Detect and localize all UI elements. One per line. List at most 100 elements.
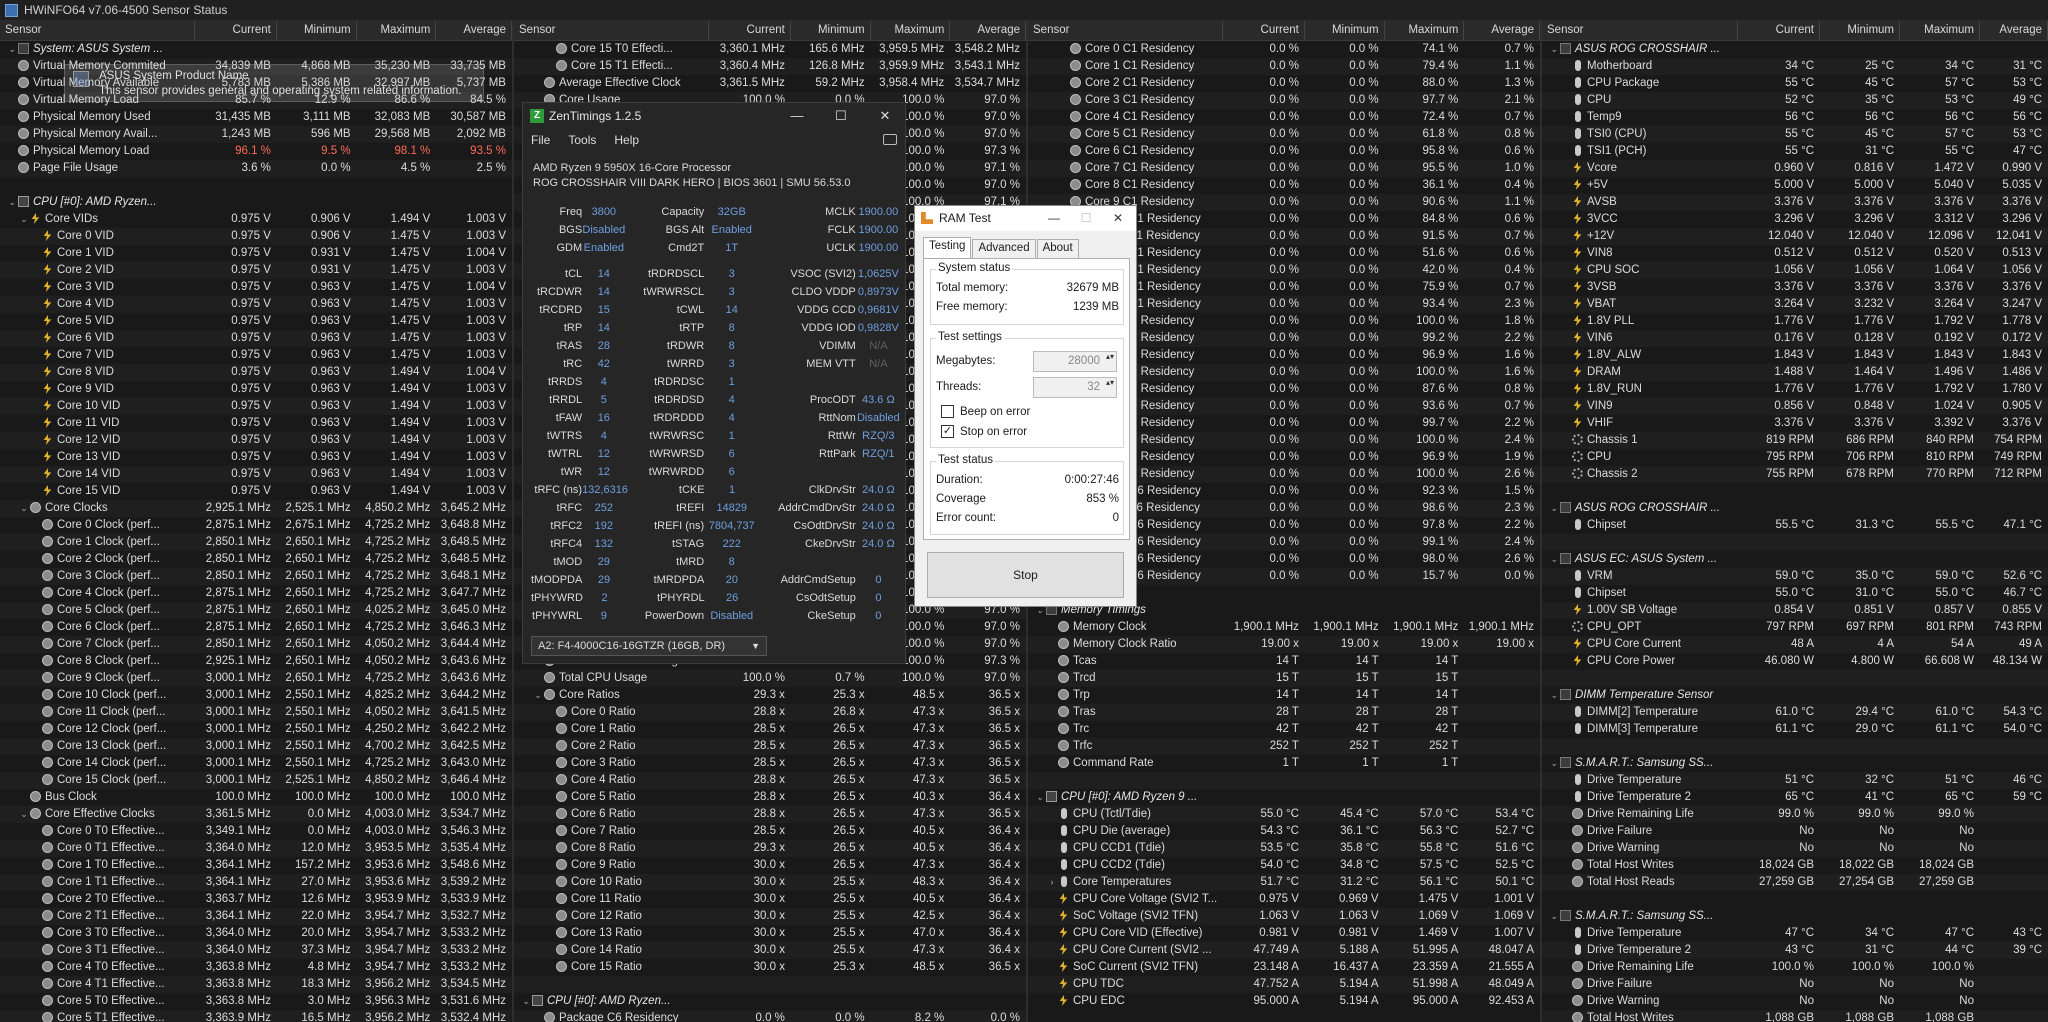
sensor-row[interactable]: Core 3 Ratio 28.5 x 26.5 x 47.3 x 36.5 x — [514, 755, 1026, 772]
sensor-row[interactable]: Core 9 Ratio 30.0 x 26.5 x 47.3 x 36.4 x — [514, 857, 1026, 874]
sensor-row[interactable]: Core 11 Ratio 30.0 x 25.5 x 40.5 x 36.4 x — [514, 891, 1026, 908]
sensor-row[interactable]: Core 13 VID 0.975 V 0.963 V 1.494 V 1.003 V — [0, 449, 512, 466]
sensor-row[interactable]: › Core Temperatures 51.7 °C 31.2 °C 56.1 °C 5… — [1028, 874, 1540, 891]
expand-toggle-icon[interactable]: ⌄ — [1548, 500, 1560, 517]
column-header-average[interactable]: Average — [1980, 21, 2048, 40]
sensor-row[interactable]: Bus Clock 100.0 MHz 100.0 MHz 100.0 MHz 100.… — [0, 789, 512, 806]
sensor-row[interactable]: Core 4 C1 Residency 0.0 % 0.0 % 72.4 % 0.7 % — [1028, 109, 1540, 126]
sensor-group-header[interactable]: ⌄ CPU [#0]: AMD Ryzen... — [0, 194, 512, 211]
sensor-row[interactable]: Core 1 T0 Effective... 3,364.1 MHz 157.2 M… — [0, 857, 512, 874]
checkbox-box[interactable] — [941, 405, 954, 418]
sensor-row[interactable]: Core 3 Clock (perf... 2,850.1 MHz 2,650.1 … — [0, 568, 512, 585]
sensor-row[interactable]: Core 11 Clock (perf... 3,000.1 MHz 2,550.1… — [0, 704, 512, 721]
sensor-row[interactable]: Drive Warning No No No — [1542, 993, 2048, 1010]
sensor-row[interactable]: AVSB 3.376 V 3.376 V 3.376 V 3.376 V — [1542, 194, 2048, 211]
sensor-row[interactable]: Trp 14 T 14 T 14 T — [1028, 687, 1540, 704]
expand-toggle-icon[interactable]: ⌄ — [1548, 908, 1560, 925]
sensor-row[interactable]: Core 0 T0 Effective... 3,349.1 MHz 0.0 MHz… — [0, 823, 512, 840]
sensor-group-header[interactable]: ⌄ CPU [#0]: AMD Ryzen... — [514, 993, 1026, 1010]
column-header-sensor[interactable]: Sensor — [1542, 21, 1738, 40]
expand-toggle-icon[interactable]: ⌄ — [6, 41, 18, 58]
sensor-row[interactable]: VBAT 3.264 V 3.232 V 3.264 V 3.247 V — [1542, 296, 2048, 313]
column-header-minimum[interactable]: Minimum — [1820, 21, 1900, 40]
tab-testing[interactable]: Testing — [923, 237, 972, 258]
column-header-maximum[interactable]: Maximum — [1385, 21, 1465, 40]
sensor-row[interactable]: VIN8 0.512 V 0.512 V 0.520 V 0.513 V — [1542, 245, 2048, 262]
column-header-maximum[interactable]: Maximum — [871, 21, 951, 40]
close-icon[interactable]: ✕ — [863, 103, 907, 129]
sensor-row[interactable]: Motherboard 34 °C 25 °C 34 °C 31 °C — [1542, 58, 2048, 75]
sensor-row[interactable]: Total Host Reads 27,259 GB 27,254 GB 27,259… — [1542, 874, 2048, 891]
sensor-row[interactable]: 3VSB 3.376 V 3.376 V 3.376 V 3.376 V — [1542, 279, 2048, 296]
sensor-group-header[interactable]: ⌄ S.M.A.R.T.: Samsung SS... — [1542, 755, 2048, 772]
sensor-row[interactable]: Vcore 0.960 V 0.816 V 1.472 V 0.990 V — [1542, 160, 2048, 177]
minimize-icon[interactable]: — — [775, 103, 819, 129]
zentimings-window[interactable]: Z ZenTimings 1.2.5 — ☐ ✕ File Tools Help… — [522, 102, 906, 664]
sensor-row[interactable]: Core 5 Clock (perf... 2,875.1 MHz 2,650.1 … — [0, 602, 512, 619]
sensor-row[interactable]: Core 8 Clock (perf... 2,925.1 MHz 2,650.1 … — [0, 653, 512, 670]
sensor-group-header[interactable]: ⌄ ASUS ROG CROSSHAIR ... — [1542, 41, 2048, 58]
expand-toggle-icon[interactable]: ⌄ — [1548, 551, 1560, 568]
sensor-row[interactable]: Trcd 15 T 15 T 15 T — [1028, 670, 1540, 687]
sensor-row[interactable]: +12V 12.040 V 12.040 V 12.096 V 12.041 V — [1542, 228, 2048, 245]
sensor-row[interactable]: CPU Package 55 °C 45 °C 57 °C 53 °C — [1542, 75, 2048, 92]
column-header-maximum[interactable]: Maximum — [1900, 21, 1980, 40]
sensor-row[interactable]: CPU Core Current (SVI2 ... 47.749 A 5.188 … — [1028, 942, 1540, 959]
sensor-row[interactable]: CPU 795 RPM 706 RPM 810 RPM 749 RPM — [1542, 449, 2048, 466]
sensor-row[interactable]: CPU Core VID (Effective) 0.981 V 0.981 V 1.… — [1028, 925, 1540, 942]
sensor-row[interactable]: Virtual Memory Commited 34,839 MB 4,868 MB… — [0, 58, 512, 75]
sensor-row[interactable]: Tcas 14 T 14 T 14 T — [1028, 653, 1540, 670]
sensor-row[interactable]: Command Rate 1 T1 T1 T — [1028, 755, 1540, 772]
sensor-row[interactable]: Core 8 C1 Residency 0.0 % 0.0 % 36.1 % 0.4 % — [1028, 177, 1540, 194]
sensor-row[interactable]: VIN6 0.176 V 0.128 V 0.192 V 0.172 V — [1542, 330, 2048, 347]
column-header-minimum[interactable]: Minimum — [791, 21, 871, 40]
column-header-average[interactable]: Average — [436, 21, 512, 40]
sensor-row[interactable]: Core 13 Ratio 30.0 x 25.5 x 47.0 x 36.4 x — [514, 925, 1026, 942]
expand-toggle-icon[interactable]: ⌄ — [520, 993, 532, 1010]
sensor-row[interactable]: CPU Core Power 46.080 W 4.800 W 66.608 W 48.… — [1542, 653, 2048, 670]
sensor-row[interactable]: Core 11 VID 0.975 V 0.963 V 1.494 V 1.003 V — [0, 415, 512, 432]
sensor-group-header[interactable]: ⌄ S.M.A.R.T.: Samsung SS... — [1542, 908, 2048, 925]
sensor-row[interactable]: TSI1 (PCH) 55 °C 31 °C 55 °C 47 °C — [1542, 143, 2048, 160]
sensor-row[interactable]: 1.8V PLL 1.776 V 1.776 V 1.792 V 1.778 V — [1542, 313, 2048, 330]
expand-toggle-icon[interactable]: ⌄ — [18, 500, 30, 517]
sensor-group-header[interactable]: ⌄ ASUS ROG CROSSHAIR ... — [1542, 500, 2048, 517]
sensor-row[interactable]: Chipset 55.5 °C 31.3 °C 55.5 °C 47.1 °C — [1542, 517, 2048, 534]
sensor-row[interactable]: Core 10 Clock (perf... 3,000.1 MHz 2,550.1… — [0, 687, 512, 704]
sensor-row[interactable]: 3VCC 3.296 V 3.296 V 3.312 V 3.296 V — [1542, 211, 2048, 228]
sensor-row[interactable]: Physical Memory Avail... 1,243 MB 596 MB 29… — [0, 126, 512, 143]
sensor-row[interactable]: Temp9 56 °C 56 °C 56 °C 56 °C — [1542, 109, 2048, 126]
sensor-row[interactable]: Core 13 Clock (perf... 3,000.1 MHz 2,550.1… — [0, 738, 512, 755]
sensor-row[interactable]: CPU (Tctl/Tdie) 55.0 °C 45.4 °C 57.0 °C 53.4… — [1028, 806, 1540, 823]
sensor-group-header[interactable]: ⌄ DIMM Temperature Sensor — [1542, 687, 2048, 704]
sensor-row[interactable]: Core 7 Ratio 28.5 x 26.5 x 40.5 x 36.4 x — [514, 823, 1026, 840]
sensor-row[interactable]: Core 8 VID 0.975 V 0.963 V 1.494 V 1.004 V — [0, 364, 512, 381]
sensor-row[interactable]: Core 12 VID 0.975 V 0.963 V 1.494 V 1.003 V — [0, 432, 512, 449]
sensor-row[interactable]: Core 2 T1 Effective... 3,364.1 MHz 22.0 MH… — [0, 908, 512, 925]
sensor-row[interactable]: ⌄ Core Ratios 29.3 x 25.3 x 48.5 x 36.5 x — [514, 687, 1026, 704]
sensor-row[interactable]: CPU_OPT 797 RPM 697 RPM 801 RPM 743 RPM — [1542, 619, 2048, 636]
expand-toggle-icon[interactable]: ⌄ — [1548, 687, 1560, 704]
expand-toggle-icon[interactable]: ⌄ — [18, 211, 30, 228]
sensor-row[interactable]: Core 4 T1 Effective... 3,363.8 MHz 18.3 MH… — [0, 976, 512, 993]
sensor-row[interactable]: Core 5 T1 Effective... 3,363.9 MHz 16.5 MH… — [0, 1010, 512, 1022]
sensor-row[interactable]: Chassis 2 755 RPM 678 RPM 770 RPM 712 RPM — [1542, 466, 2048, 483]
dimm-select[interactable]: A2: F4-4000C16-16GTZR (16GB, DR) ▼ — [531, 636, 767, 656]
minimize-icon[interactable]: — — [1038, 206, 1070, 231]
sensor-row[interactable]: Trc 42 T 42 T 42 T — [1028, 721, 1540, 738]
sensor-row[interactable]: CPU CCD2 (Tdie) 54.0 °C 34.8 °C 57.5 °C 52.5… — [1028, 857, 1540, 874]
sensor-group-header[interactable]: ⌄ ASUS EC: ASUS System ... — [1542, 551, 2048, 568]
sensor-row[interactable]: Core 15 VID 0.975 V 0.963 V 1.494 V 1.003 V — [0, 483, 512, 500]
sensor-row[interactable]: Core 2 C1 Residency 0.0 % 0.0 % 88.0 % 1.3 % — [1028, 75, 1540, 92]
sensor-row[interactable]: CPU Core Current 48 A4 A 54 A 49 A — [1542, 636, 2048, 653]
close-icon[interactable]: ✕ — [1102, 206, 1134, 231]
sensor-panel-4[interactable]: Sensor Current Minimum Maximum Average ⌄ ASUS … — [1542, 21, 2048, 1022]
screenshot-camera-icon[interactable] — [883, 134, 897, 145]
sensor-row[interactable]: Core 3 T0 Effective... 3,364.0 MHz 20.0 MH… — [0, 925, 512, 942]
sensor-row[interactable]: Package C6 Residency 0.0 % 0.0 % 8.2 % 0.0 % — [514, 1010, 1026, 1022]
sensor-row[interactable]: VIN9 0.856 V 0.848 V 1.024 V 0.905 V — [1542, 398, 2048, 415]
threads-input[interactable]: 32 — [1033, 377, 1117, 398]
sensor-row[interactable]: Core 2 Ratio 28.5 x 26.5 x 47.3 x 36.5 x — [514, 738, 1026, 755]
sensor-row[interactable]: ⌄ Core VIDs 0.975 V 0.906 V 1.494 V 1.003 V — [0, 211, 512, 228]
sensor-row[interactable]: ⌄ Core Clocks 2,925.1 MHz 2,525.1 MHz 4,850.… — [0, 500, 512, 517]
